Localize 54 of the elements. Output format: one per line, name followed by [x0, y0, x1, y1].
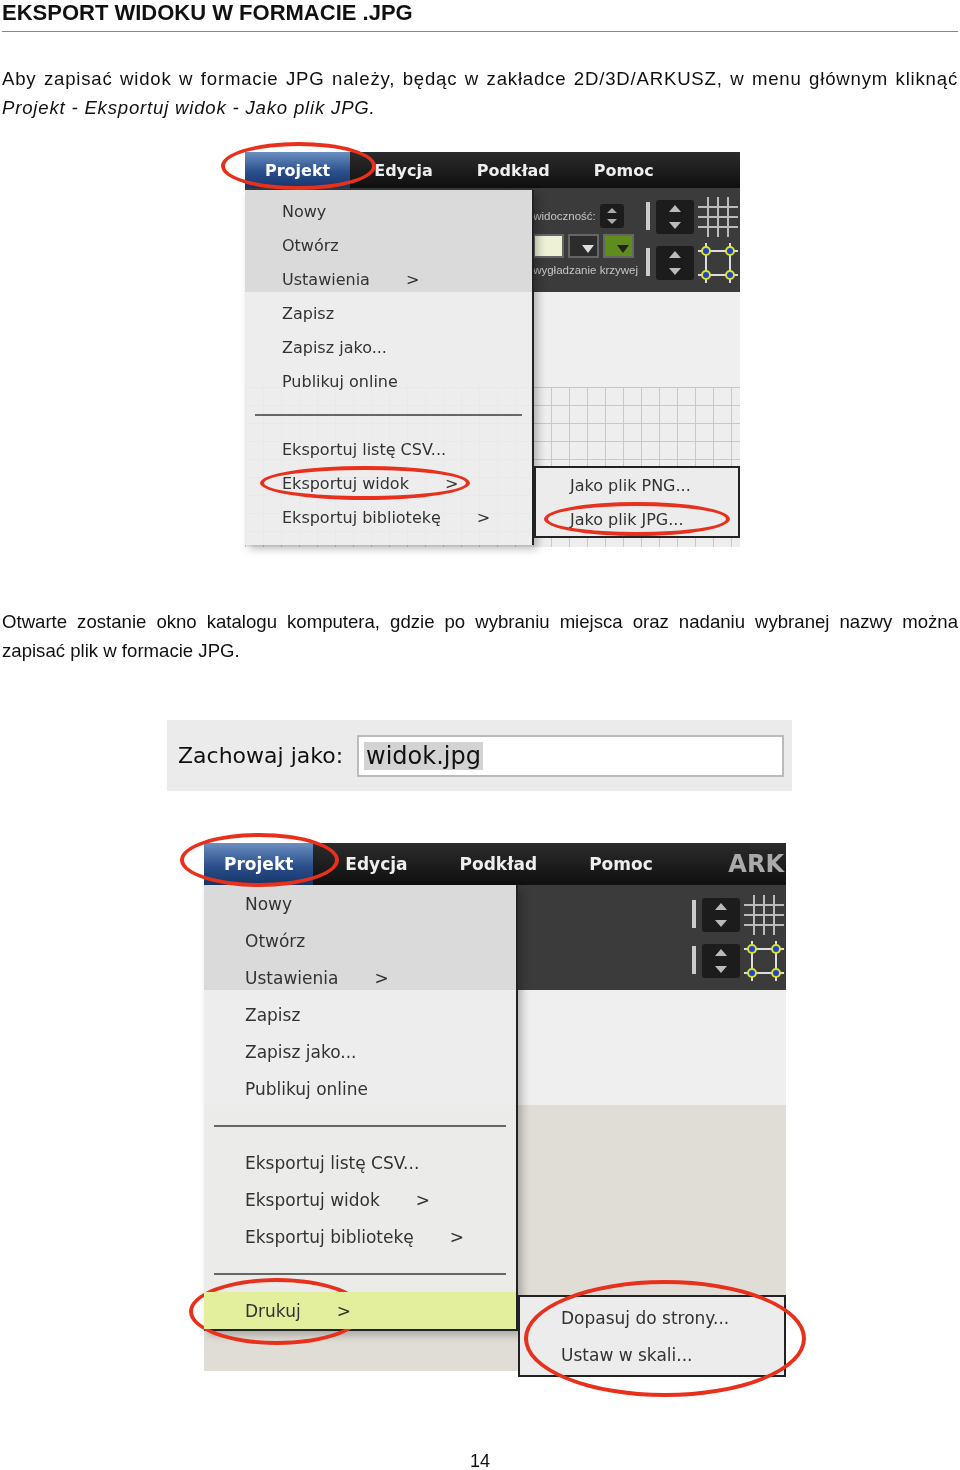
spinner-button[interactable]: [646, 246, 694, 280]
spinner-button[interactable]: [646, 200, 694, 234]
menu-tab[interactable]: Projekt: [204, 843, 314, 885]
menu-item[interactable]: Otwórz: [204, 922, 516, 959]
grid-icon[interactable]: [744, 894, 784, 935]
spinner-button[interactable]: [692, 943, 740, 978]
menu-item[interactable]: Eksportuj listę CSV...: [245, 432, 532, 466]
grid-icon[interactable]: [698, 197, 738, 237]
menu-item[interactable]: Ustaw w skali...: [520, 1336, 784, 1373]
node-square-icon[interactable]: [744, 940, 784, 981]
color-dropdown[interactable]: [603, 234, 635, 258]
page-number: 14: [469, 1451, 491, 1470]
menu-item[interactable]: Jako plik PNG...: [536, 468, 738, 502]
mode-label: ARK: [728, 850, 786, 878]
menu-item[interactable]: Ustawienia >: [204, 959, 516, 996]
menu-item[interactable]: Eksportuj listę CSV...: [204, 1144, 516, 1181]
menu-item[interactable]: Zapisz jako...: [245, 330, 532, 364]
menu-tab[interactable]: Edycja: [325, 843, 428, 885]
color-dropdown[interactable]: [568, 234, 600, 258]
menu-item[interactable]: Dopasuj do strony...: [520, 1299, 784, 1336]
field-label: Zachowaj jako:: [178, 743, 344, 768]
toolbar-label: wygładzanie krzywej: [533, 264, 638, 276]
body-paragraph: Otwarte zostanie okno katalogu komputera, gdzie po wybraniu miejsca oraz nadaniu wybranej nazwy można zapisać plik w formacie JPG.: [2, 610, 958, 663]
menu-item[interactable]: Eksportuj widok >: [204, 1181, 516, 1218]
menu-tab[interactable]: Pomoc: [573, 152, 674, 188]
menu-item[interactable]: Eksportuj widok >: [245, 466, 532, 500]
menu-item[interactable]: Zapisz: [245, 296, 532, 330]
menu-tab[interactable]: Pomoc: [569, 843, 673, 885]
menu-item[interactable]: Eksportuj bibliotekę >: [245, 500, 532, 534]
section-heading: EKSPORT WIDOKU W FORMACIE .JPG: [2, 0, 414, 26]
menu-item[interactable]: Nowy: [204, 885, 516, 922]
menu-item[interactable]: Eksportuj bibliotekę >: [204, 1218, 516, 1255]
filename-field[interactable]: widok.jpg: [357, 734, 784, 777]
menu-tab[interactable]: Podkład: [456, 152, 570, 188]
toolbar-label: widoczność:: [533, 210, 596, 222]
menu-tab[interactable]: Podkład: [439, 843, 558, 885]
node-square-icon[interactable]: [698, 243, 738, 283]
menu-item[interactable]: Publikuj online: [204, 1070, 516, 1107]
menu-tab[interactable]: Projekt: [245, 152, 351, 188]
menu-item[interactable]: Ustawienia >: [245, 262, 532, 296]
menu-item[interactable]: Zapisz jako...: [204, 1033, 516, 1070]
intro-paragraph: Aby zapisać widok w formacie JPG należy, będąc w zakładce 2D/3D/ARKUSZ, w menu głównym kliknąć Projekt - Eksportuj widok - Jako plik JPG.: [2, 67, 958, 120]
spinner-button[interactable]: [599, 204, 624, 228]
menu-item[interactable]: Publikuj online: [245, 364, 532, 398]
menu-item[interactable]: Otwórz: [245, 228, 532, 262]
menu-item[interactable]: Jako plik JPG...: [536, 502, 738, 536]
menu-tab[interactable]: Edycja: [354, 152, 453, 188]
menu-item[interactable]: Nowy: [245, 194, 532, 228]
menu-item[interactable]: Zapisz: [204, 996, 516, 1033]
caret-icon: [582, 245, 595, 253]
spinner-button[interactable]: [692, 897, 740, 932]
color-swatch[interactable]: [533, 234, 565, 258]
caret-icon: [617, 245, 630, 253]
menu-item[interactable]: Drukuj >: [204, 1292, 516, 1329]
